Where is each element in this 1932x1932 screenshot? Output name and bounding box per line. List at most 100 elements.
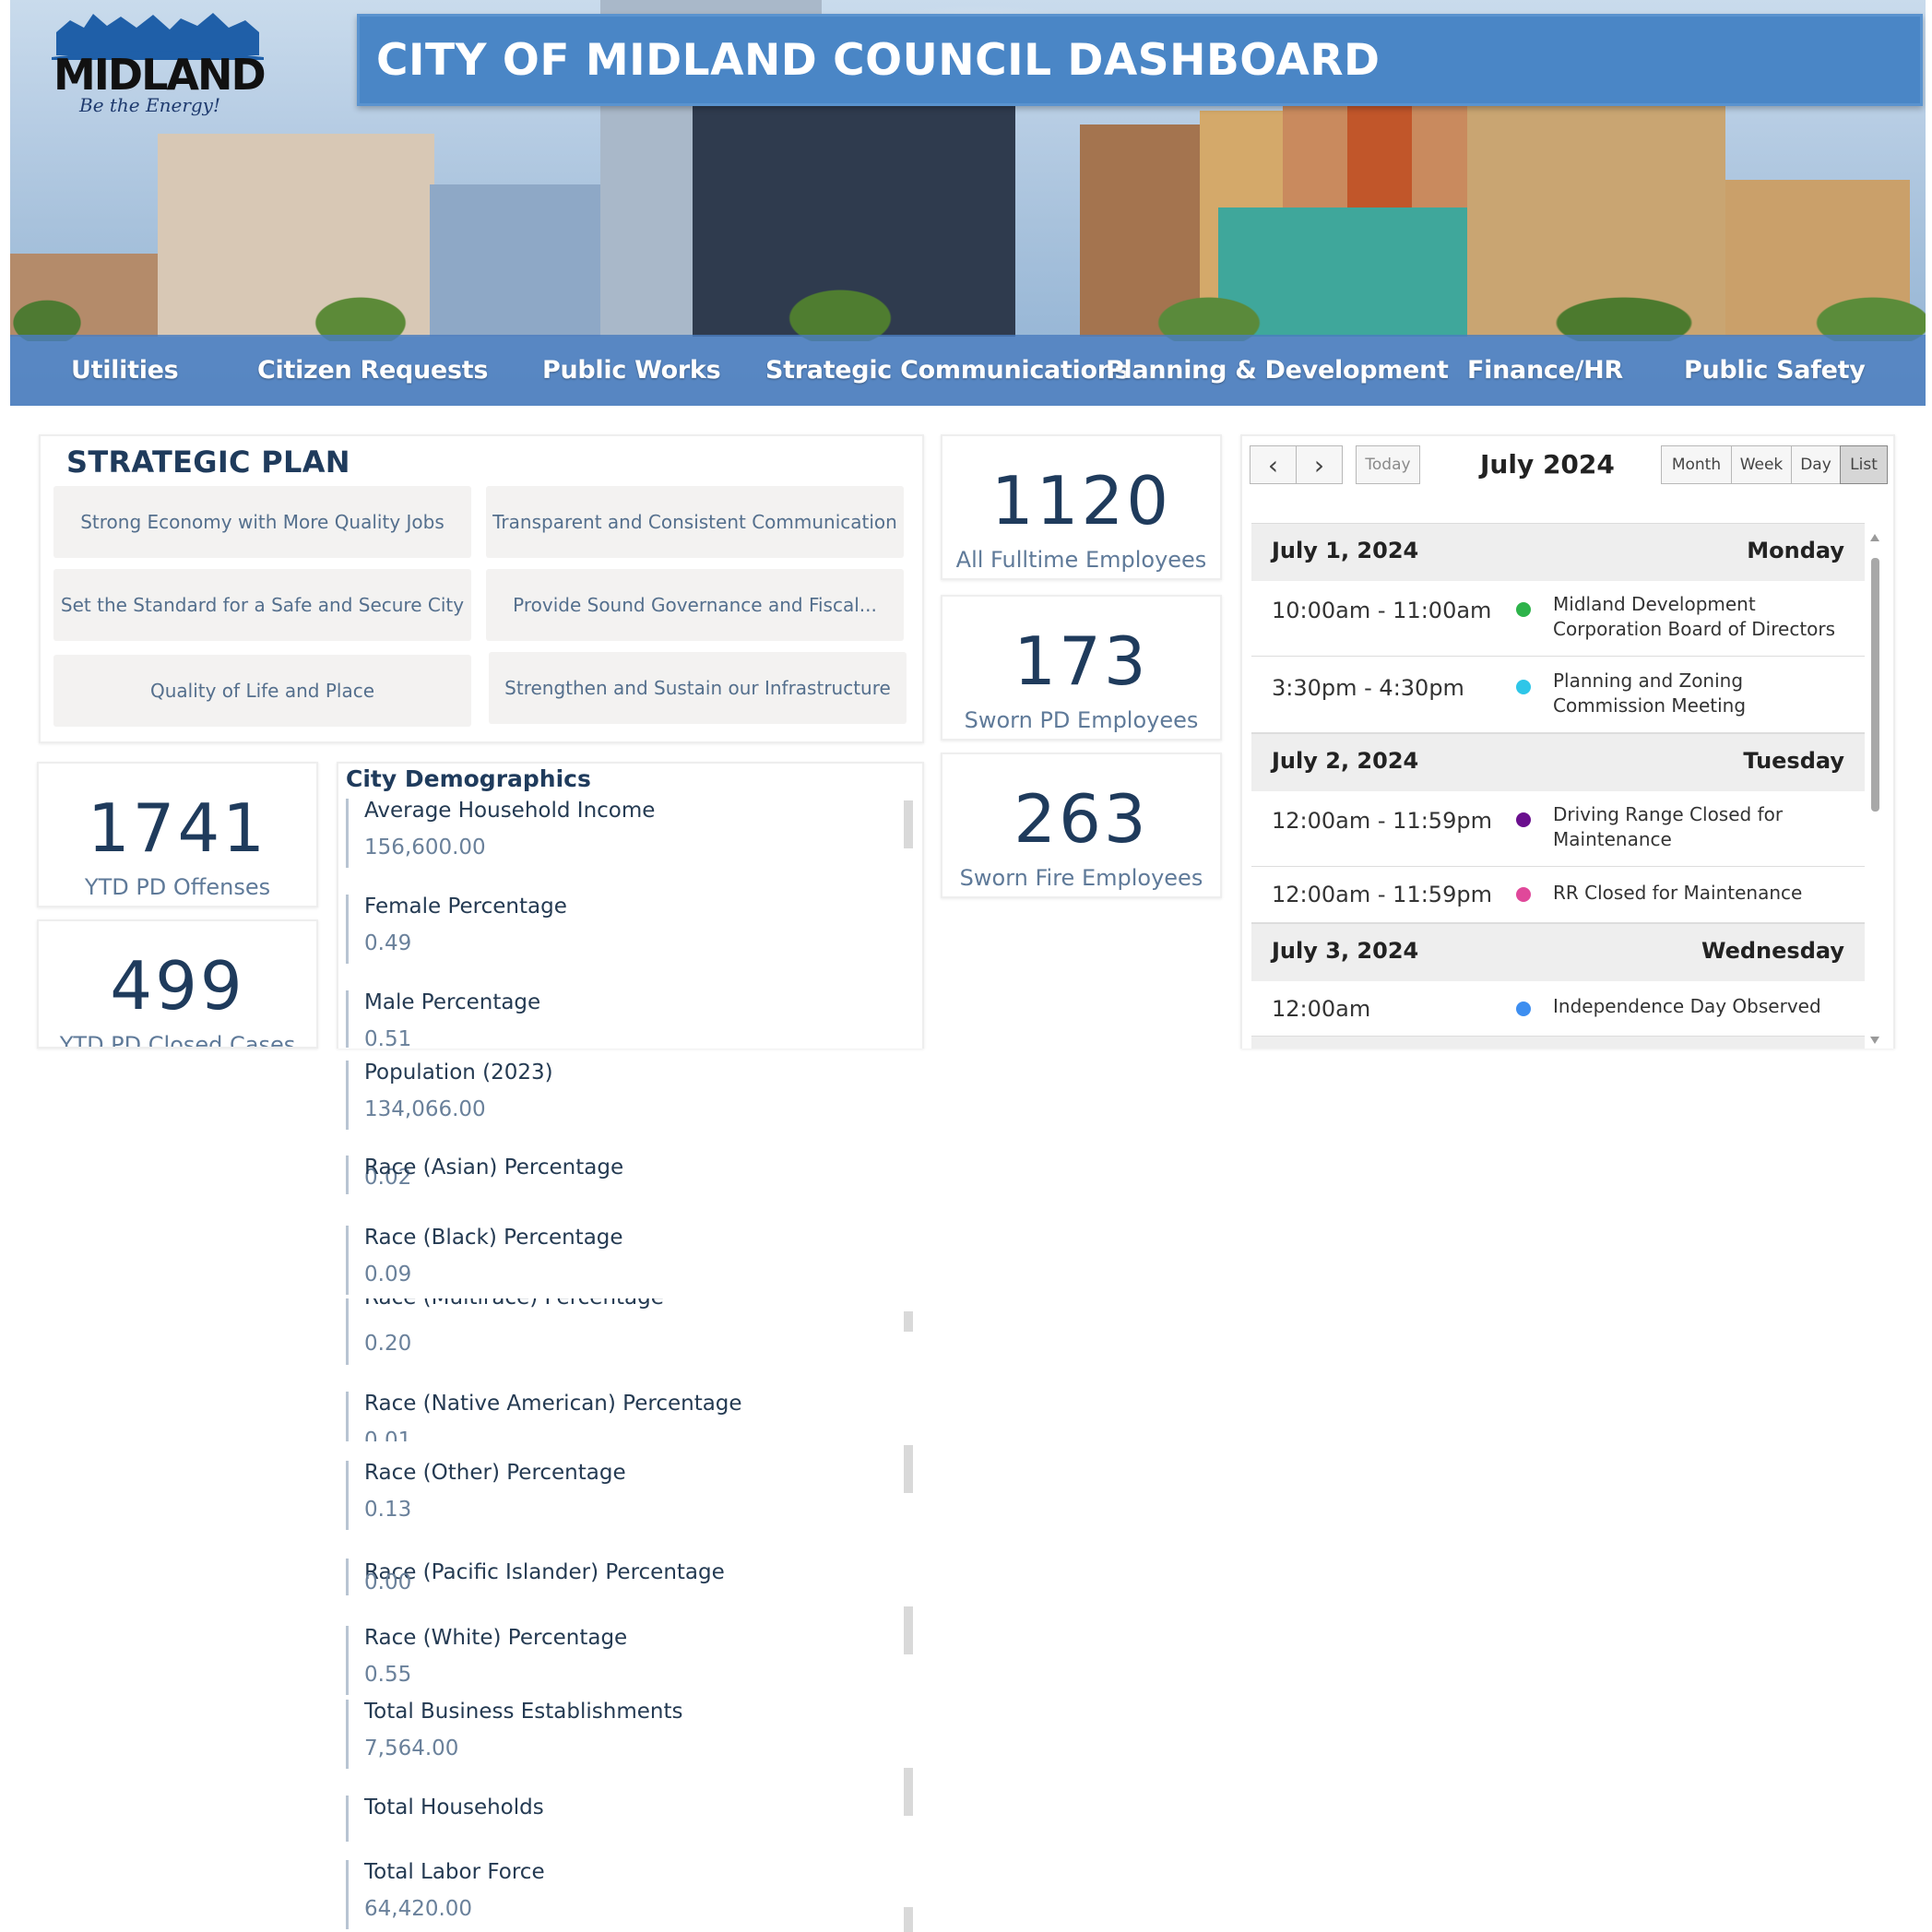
kpi-pd-employees: 173 Sworn PD Employees: [941, 595, 1222, 741]
demographic-value: 0.20: [364, 1332, 412, 1356]
nav-finance-hr[interactable]: Finance/HR: [1467, 335, 1623, 406]
page-title: CITY OF MIDLAND COUNCIL DASHBOARD: [376, 34, 1381, 86]
demographic-item: Total Households: [346, 1796, 918, 1842]
demographic-value: 0.01: [364, 1428, 412, 1441]
event-dot-icon: [1516, 887, 1531, 902]
kpi-fulltime-employees: 1120 All Fulltime Employees: [941, 434, 1222, 580]
calendar-day-header: July 3, 2024 Wednesday: [1251, 923, 1865, 981]
calendar-day-header: July 2, 2024 Tuesday: [1251, 733, 1865, 791]
demographics-scrollbar[interactable]: [904, 1907, 913, 1932]
demographics-scrollbar[interactable]: [904, 1768, 913, 1816]
demographic-value: 7,564.00: [364, 1736, 459, 1760]
calendar-next-button[interactable]: ›: [1296, 445, 1343, 484]
kpi-label: YTD PD Offenses: [84, 874, 271, 900]
calendar-event[interactable]: 10:00am - 11:00am Midland Development Co…: [1251, 581, 1865, 657]
kpi-label: YTD PD Closed Cases: [59, 1032, 296, 1049]
event-time: 12:00am - 11:59pm: [1272, 882, 1492, 907]
demographic-value: 0.00: [364, 1570, 412, 1594]
calendar-event[interactable]: 3:30pm - 4:30pm Planning and Zoning Comm…: [1251, 657, 1865, 733]
scroll-down-icon[interactable]: [1868, 1034, 1881, 1047]
demographic-name: Population (2023): [364, 1061, 553, 1085]
demographic-name: Total Business Establishments: [364, 1700, 683, 1724]
demographics-title: City Demographics: [346, 765, 591, 792]
plan-governance-button[interactable]: Provide Sound Governance and Fiscal...: [486, 569, 904, 641]
demographics-scrollbar[interactable]: [904, 1311, 913, 1332]
calendar-event[interactable]: 12:00am - 11:59pm Driving Range Closed f…: [1251, 791, 1865, 867]
event-title: RR Closed for Maintenance: [1553, 882, 1803, 904]
demographic-item: Population (2023) 134,066.00: [346, 1061, 918, 1130]
calendar-event[interactable]: 12:00am - 11:59pm RR Closed for Maintena…: [1251, 867, 1865, 923]
demographic-value: 0.09: [364, 1262, 412, 1286]
day-date: July 1, 2024: [1272, 538, 1419, 563]
demographic-name: Total Labor Force: [364, 1860, 545, 1884]
day-weekday: Tuesday: [1743, 748, 1844, 774]
nav-utilities[interactable]: Utilities: [71, 335, 179, 406]
demographics-scrollbar[interactable]: [904, 1445, 913, 1493]
view-day-button[interactable]: Day: [1791, 445, 1841, 484]
view-list-button[interactable]: List: [1840, 445, 1888, 484]
event-title: Driving Range Closed for Maintenance: [1553, 803, 1784, 850]
chevron-left-icon: ‹: [1267, 449, 1279, 480]
demographic-item: Female Percentage 0.49: [346, 895, 918, 964]
logo-tagline: Be the Energy!: [79, 94, 221, 116]
view-week-button[interactable]: Week: [1731, 445, 1792, 484]
kpi-value: 1120: [990, 462, 1172, 539]
logo-wordmark: MIDLAND: [53, 50, 267, 100]
demographics-scrollbar[interactable]: [904, 1606, 913, 1654]
event-title: Planning and Zoning Commission Meeting: [1553, 670, 1747, 717]
event-time: 12:00am: [1272, 996, 1371, 1022]
kpi-value: 173: [1013, 622, 1149, 700]
demographic-name: Female Percentage: [364, 895, 567, 919]
demographic-value: 0.49: [364, 931, 412, 955]
day-weekday: Wednesday: [1701, 938, 1844, 964]
calendar-prev-button[interactable]: ‹: [1250, 445, 1297, 484]
nav-public-works[interactable]: Public Works: [542, 335, 721, 406]
demographic-name: Race (Black) Percentage: [364, 1226, 623, 1250]
nav-strategic-communications[interactable]: Strategic Communications: [765, 335, 1130, 406]
kpi-value: 499: [110, 947, 245, 1025]
plan-economy-button[interactable]: Strong Economy with More Quality Jobs: [53, 486, 471, 558]
scroll-up-icon[interactable]: [1868, 530, 1881, 543]
calendar-scroll-thumb[interactable]: [1871, 558, 1879, 812]
day-date: July 3, 2024: [1272, 938, 1419, 964]
demographic-item: Race (Black) Percentage 0.09: [346, 1226, 918, 1295]
kpi-label: Sworn Fire Employees: [959, 865, 1203, 891]
view-month-button[interactable]: Month: [1661, 445, 1732, 484]
plan-safety-button[interactable]: Set the Standard for a Safe and Secure C…: [53, 569, 471, 641]
day-weekday: Monday: [1747, 538, 1844, 563]
dashboard-title-bar: CITY OF MIDLAND COUNCIL DASHBOARD: [357, 14, 1923, 106]
demographic-item: Race (Other) Percentage 0.13: [346, 1461, 918, 1530]
kpi-pd-closed-cases: 499 YTD PD Closed Cases: [37, 919, 318, 1049]
event-dot-icon: [1516, 1002, 1531, 1016]
demographic-name: Race (Asian) Percentage: [364, 1156, 624, 1179]
nav-citizen-requests[interactable]: Citizen Requests: [257, 335, 488, 406]
calendar-event[interactable]: 12:00am Independence Day Observed: [1251, 981, 1865, 1037]
event-dot-icon: [1516, 680, 1531, 694]
demographic-name: Male Percentage: [364, 990, 541, 1014]
demographic-value: 0.55: [364, 1663, 412, 1687]
calendar-today-button[interactable]: Today: [1356, 445, 1420, 484]
calendar-day-header: July 1, 2024 Monday: [1251, 523, 1865, 581]
demographic-item: Average Household Income 156,600.00: [346, 799, 918, 868]
kpi-value: 1741: [87, 789, 268, 867]
demographic-name: Race (Native American) Percentage: [364, 1392, 742, 1416]
kpi-fire-employees: 263 Sworn Fire Employees: [941, 753, 1222, 898]
event-dot-icon: [1516, 602, 1531, 617]
event-title: Midland Development Corporation Board of…: [1553, 593, 1836, 640]
demographic-value: 156,600.00: [364, 836, 486, 859]
event-time: 10:00am - 11:00am: [1272, 598, 1492, 623]
nav-public-safety[interactable]: Public Safety: [1684, 335, 1866, 406]
nav-planning-development[interactable]: Planning & Development: [1106, 335, 1449, 406]
demographics-scrollbar[interactable]: [904, 800, 913, 848]
demographic-item: Total Business Establishments 7,564.00: [346, 1700, 918, 1769]
city-logo: MIDLAND Be the Energy!: [52, 9, 268, 116]
calendar-scrollbar[interactable]: [1868, 530, 1881, 1047]
plan-infrastructure-button[interactable]: Strengthen and Sustain our Infrastructur…: [489, 652, 907, 724]
demographic-item: Total Labor Force 64,420.00: [346, 1860, 918, 1929]
plan-quality-of-life-button[interactable]: Quality of Life and Place: [53, 655, 471, 727]
demographic-name: Average Household Income: [364, 799, 656, 823]
demographic-name: Race (Multirace) Percentage: [364, 1298, 664, 1310]
event-time: 3:30pm - 4:30pm: [1272, 675, 1464, 701]
demographic-item: Race (Native American) Percentage 0.01: [346, 1392, 918, 1441]
plan-communication-button[interactable]: Transparent and Consistent Communication: [486, 486, 904, 558]
